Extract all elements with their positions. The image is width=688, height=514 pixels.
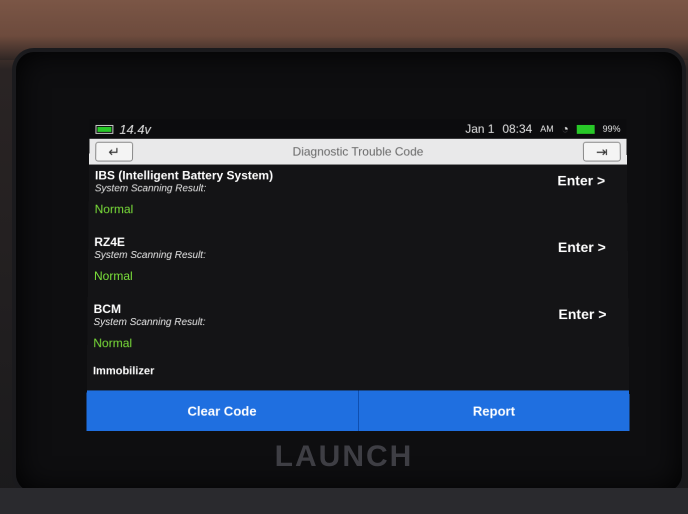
date: Jan 1 bbox=[465, 121, 495, 136]
report-button[interactable]: Report bbox=[358, 390, 630, 431]
system-subtitle: System Scanning Result: bbox=[94, 250, 206, 262]
system-name: IBS (Intelligent Battery System) bbox=[94, 168, 274, 183]
time: 08:34 bbox=[502, 121, 533, 136]
nav-bar: ↵ Diagnostic Trouble Code ⇥ bbox=[89, 138, 627, 165]
exit-button[interactable]: ⇥ bbox=[582, 141, 621, 162]
status-bar: 14.4v Jan 1 08:34 AM ◔ 99% bbox=[89, 119, 627, 139]
enter-button[interactable]: Enter > bbox=[557, 172, 605, 188]
page-title: Diagnostic Trouble Code bbox=[292, 144, 424, 159]
clear-code-button[interactable]: Clear Code bbox=[86, 390, 359, 431]
voltage-readout: 14.4v bbox=[119, 121, 152, 137]
system-subtitle: System Scanning Result: bbox=[93, 317, 206, 329]
system-list: IBS (Intelligent Battery System) System … bbox=[87, 165, 629, 376]
wifi-icon: ◔ bbox=[561, 121, 569, 136]
list-item: RZ4E System Scanning Result: Normal Ente… bbox=[94, 235, 621, 302]
system-status: Normal bbox=[93, 269, 133, 283]
back-button[interactable]: ↵ bbox=[95, 141, 134, 162]
battery-percent: 99% bbox=[602, 123, 621, 134]
list-item: BCM System Scanning Result: Normal Enter… bbox=[93, 302, 621, 369]
screen: 14.4v Jan 1 08:34 AM ◔ 99% ↵ Diagnostic … bbox=[86, 119, 630, 431]
list-item: IBS (Intelligent Battery System) System … bbox=[94, 168, 619, 235]
battery-icon bbox=[576, 124, 595, 134]
table-surface bbox=[0, 0, 688, 60]
system-name: BCM bbox=[93, 302, 122, 317]
exit-icon: ⇥ bbox=[595, 143, 608, 160]
device-base bbox=[0, 488, 688, 514]
system-name: RZ4E bbox=[94, 235, 126, 250]
system-subtitle: System Scanning Result: bbox=[94, 183, 207, 195]
system-status: Normal bbox=[94, 202, 134, 217]
car-battery-icon bbox=[95, 124, 114, 134]
back-arrow-icon: ↵ bbox=[108, 143, 121, 160]
brand-logo: LAUNCH bbox=[274, 440, 414, 473]
action-bar: Clear Code Report bbox=[86, 390, 630, 431]
ampm: AM bbox=[540, 123, 554, 134]
enter-button[interactable]: Enter > bbox=[558, 239, 606, 255]
system-status: Normal bbox=[93, 336, 133, 351]
partial-list-item: Immobilizer bbox=[92, 365, 155, 376]
enter-button[interactable]: Enter > bbox=[558, 306, 606, 322]
